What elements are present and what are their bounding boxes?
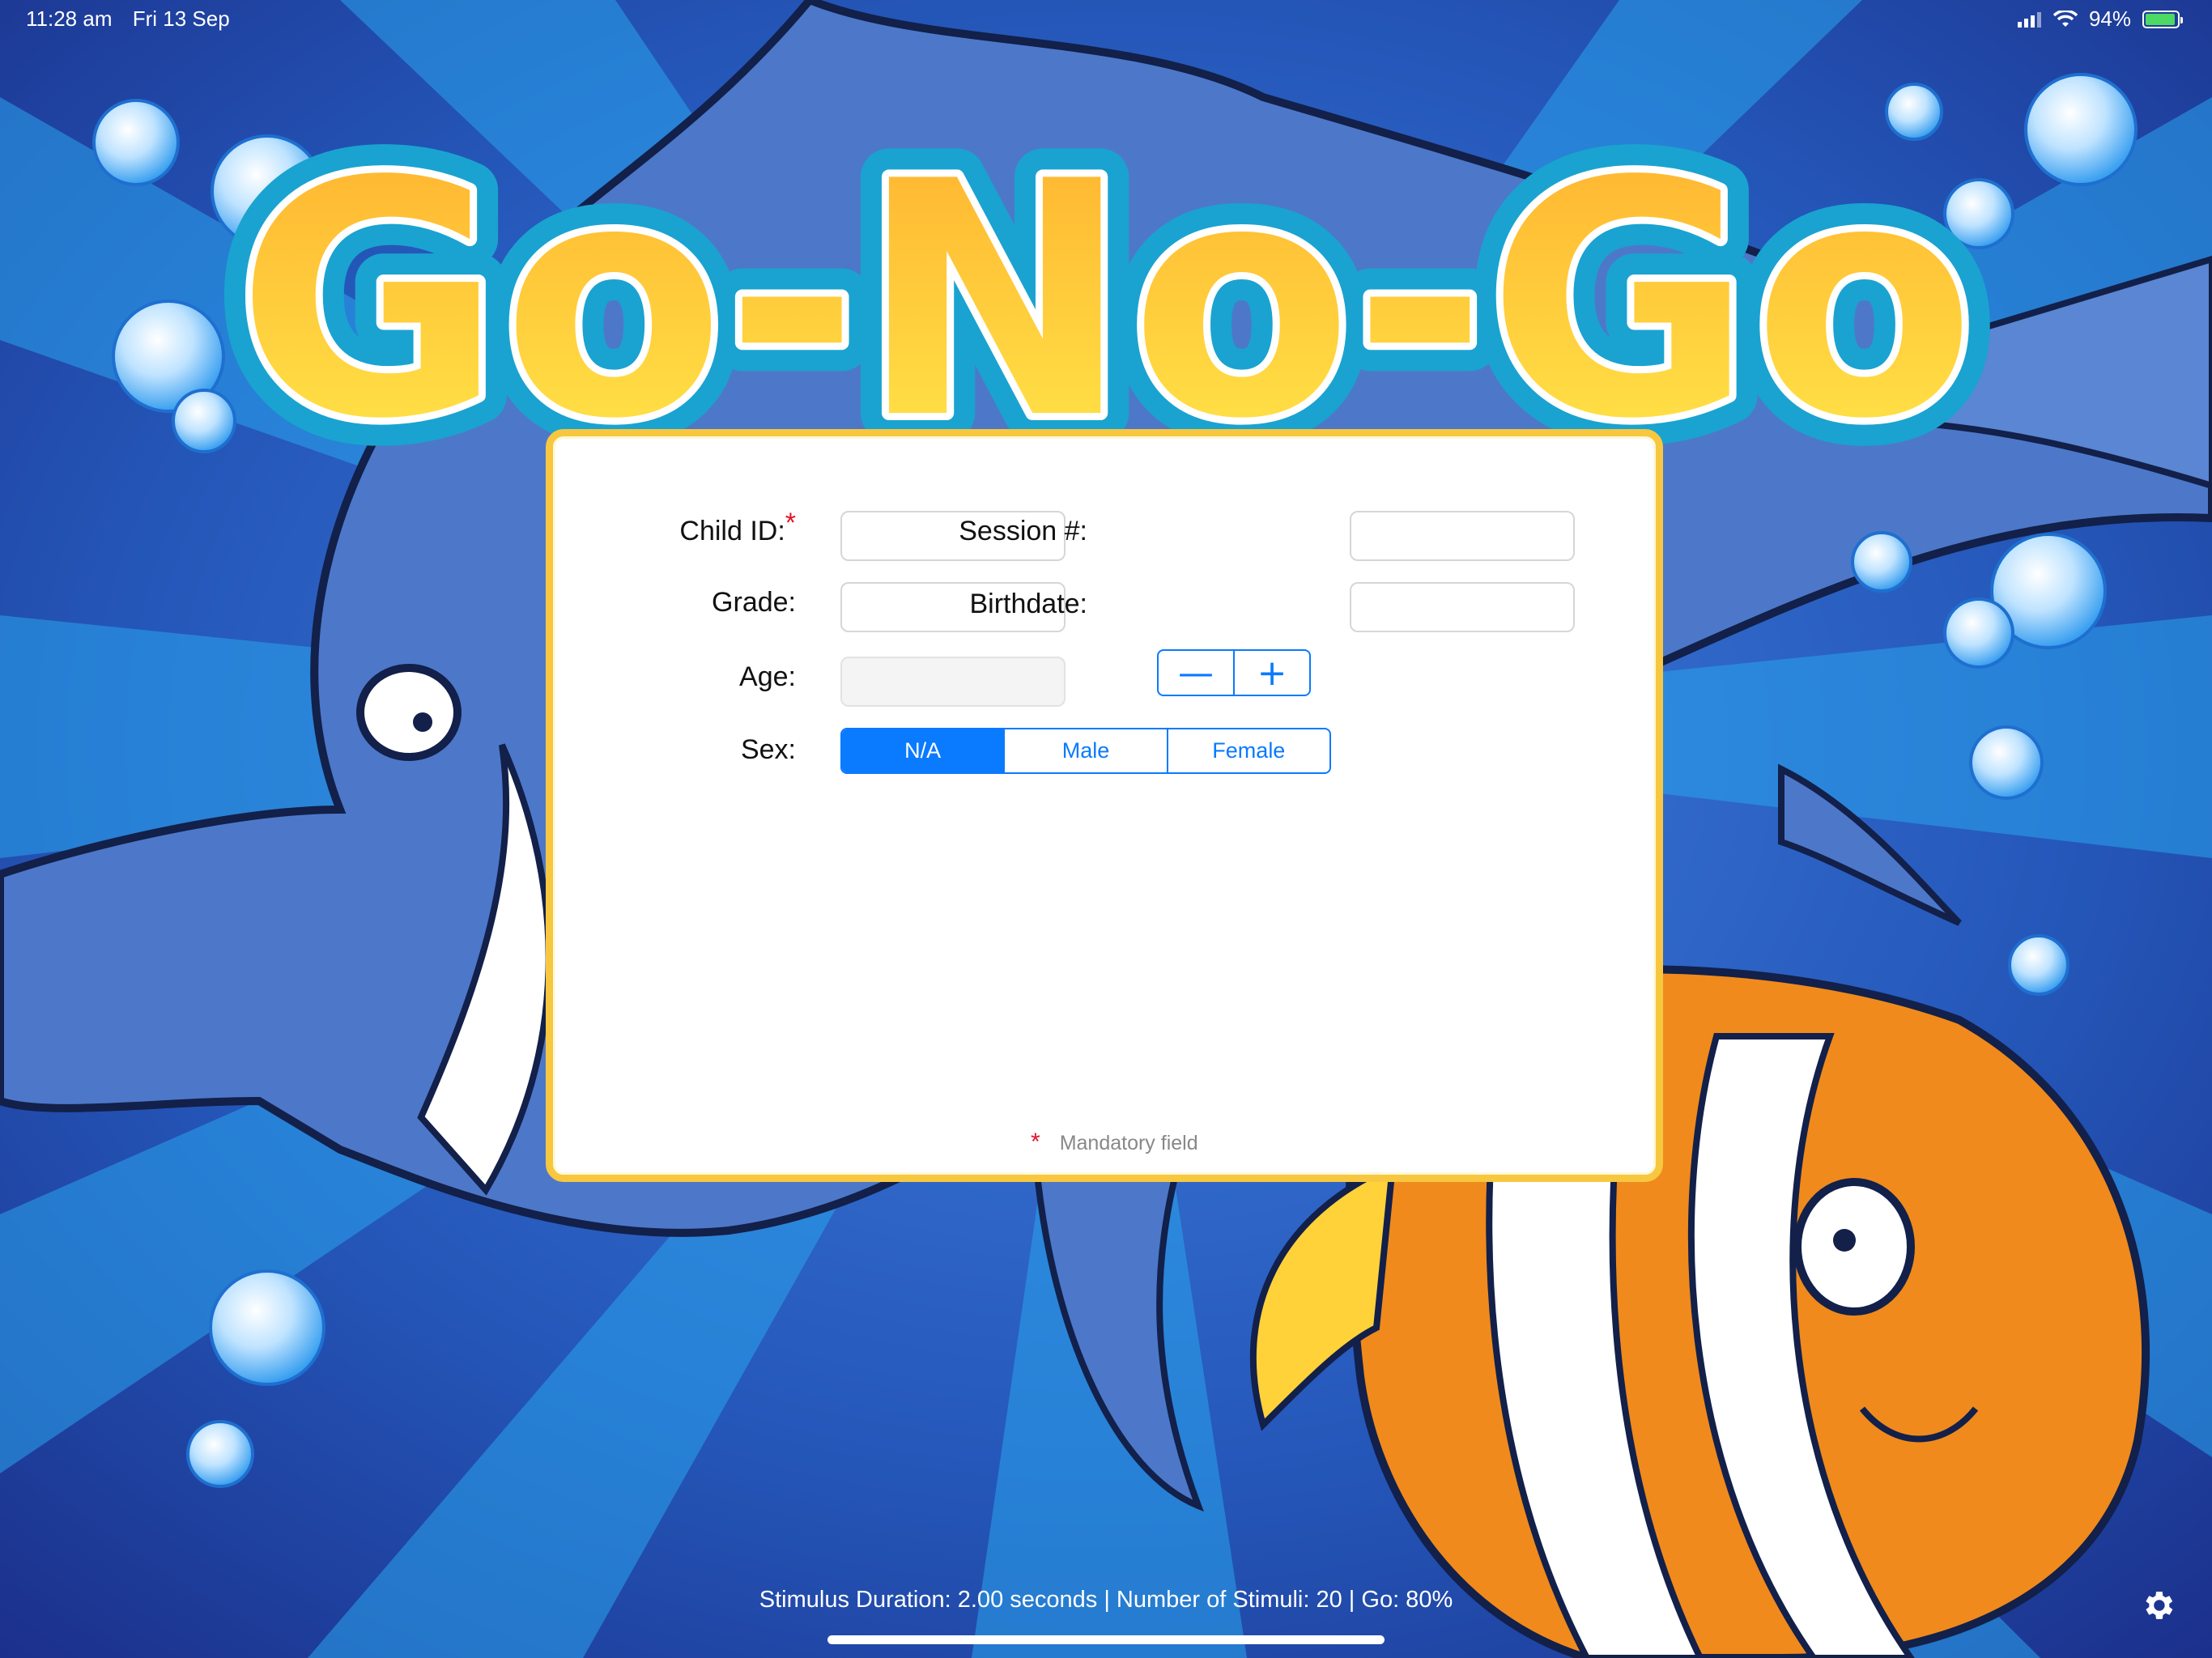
session-number-label: Session #: <box>959 516 1087 546</box>
sex-segmented-control: N/A Male Female <box>840 728 1331 774</box>
sex-option-male[interactable]: Male <box>1003 729 1166 772</box>
mandatory-text: Mandatory field <box>1059 1132 1198 1154</box>
home-indicator[interactable] <box>827 1635 1385 1644</box>
age-field <box>840 657 1066 707</box>
battery-icon <box>2142 10 2183 28</box>
age-label: Age: <box>739 661 796 692</box>
mandatory-asterisk: * <box>1031 1129 1040 1155</box>
session-number-input[interactable] <box>1350 511 1575 561</box>
age-decrement-button[interactable]: — <box>1159 651 1235 695</box>
status-bar-left: 11:28 am Fri 13 Sep <box>26 6 245 32</box>
gear-icon[interactable] <box>2139 1587 2176 1624</box>
birthdate-input[interactable] <box>1350 582 1575 632</box>
status-bar-right: 94% <box>2017 6 2183 32</box>
cellular-signal-icon <box>2017 11 2041 28</box>
settings-summary: Stimulus Duration: 2.00 seconds | Number… <box>759 1587 1453 1613</box>
age-increment-button[interactable]: + <box>1235 651 1309 695</box>
mandatory-field-note: * Mandatory field <box>1031 1129 1198 1156</box>
sex-option-na[interactable]: N/A <box>842 729 1004 772</box>
wifi-icon <box>2052 10 2078 27</box>
grade-label: Grade: <box>712 587 796 618</box>
birthdate-label: Birthdate: <box>969 589 1087 619</box>
battery-percentage: 94% <box>2088 6 2131 31</box>
status-date: Fri 13 Sep <box>132 6 230 31</box>
status-time: 11:28 am <box>26 6 113 31</box>
required-asterisk: * <box>785 508 796 538</box>
age-stepper: — + <box>1157 649 1311 696</box>
participant-form-card: Child ID:* Session #: Grade: Birthdate: … <box>546 429 1663 1182</box>
sex-label: Sex: <box>740 734 796 765</box>
child-id-label: Child ID:* <box>679 508 796 546</box>
sex-option-female[interactable]: Female <box>1166 729 1329 772</box>
